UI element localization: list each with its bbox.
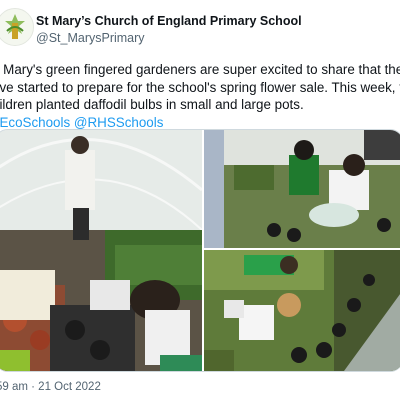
tweet-text: t. Mary's green fingered gardeners are s… — [0, 61, 400, 131]
mention-rhsschools[interactable]: @RHSSchools — [74, 115, 164, 130]
tweet-text-line: t. Mary's green fingered gardeners are s… — [0, 62, 400, 77]
child-planting-photo[interactable] — [204, 250, 400, 371]
tweet-timestamp[interactable]: 59 am · 21 Oct 2022 — [0, 381, 101, 393]
author-display-name[interactable]: St Mary’s Church of England Primary Scho… — [36, 14, 302, 28]
hashtag-ecoschools[interactable]: #EcoSchools — [0, 115, 70, 130]
media-grid — [0, 129, 400, 372]
author-handle[interactable]: @St_MarysPrimary — [36, 31, 145, 45]
tweet-header: St Mary’s Church of England Primary Scho… — [0, 0, 400, 52]
tweet-text-line: ave started to prepare for the school's … — [0, 79, 400, 95]
tweet-text-line: hildren planted daffodil bulbs in small … — [0, 97, 304, 113]
children-potting-photo[interactable] — [204, 130, 400, 248]
greenhouse-photo[interactable] — [0, 130, 202, 371]
school-logo-avatar[interactable] — [0, 8, 34, 46]
